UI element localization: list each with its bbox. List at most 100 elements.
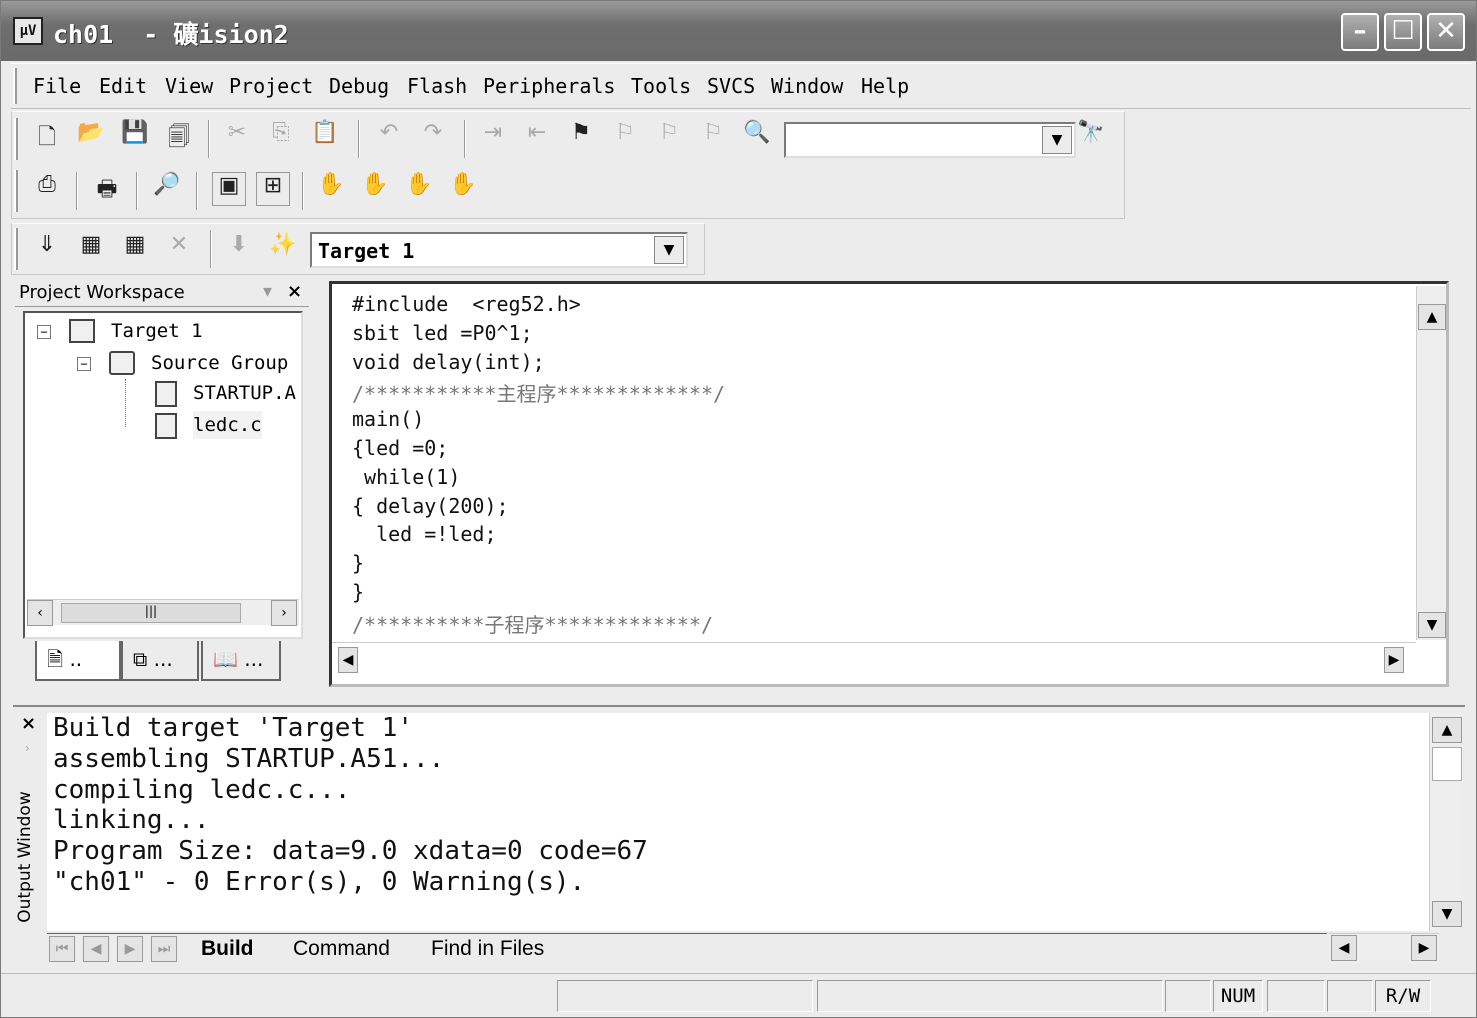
- scroll-left-icon[interactable]: ◀: [338, 647, 358, 673]
- tree-item-ledc[interactable]: ledc.c: [193, 411, 262, 439]
- scroll-right-icon[interactable]: ›: [271, 600, 297, 626]
- tab-regs[interactable]: ⧉ ...: [121, 641, 199, 681]
- new-file-icon[interactable]: 🗋: [30, 120, 64, 154]
- menu-peripherals[interactable]: Peripherals: [483, 74, 615, 98]
- build-output[interactable]: Build target 'Target 1' assembling STARTU…: [47, 713, 1439, 931]
- menu-help[interactable]: Help: [861, 74, 909, 98]
- menu-file[interactable]: File: [33, 74, 81, 98]
- scroll-left-icon[interactable]: ◀: [1331, 935, 1357, 961]
- find-in-files-icon[interactable]: 🔍: [740, 120, 774, 154]
- editor-vscrollbar[interactable]: ▲ ▼: [1416, 286, 1446, 640]
- copy-icon[interactable]: ⎘: [264, 120, 298, 154]
- menu-grip[interactable]: [13, 68, 17, 104]
- translate-icon[interactable]: ⇓: [30, 232, 64, 266]
- bookmark-toggle-icon[interactable]: ⚑: [564, 120, 598, 154]
- tree-item-target[interactable]: Target 1: [111, 317, 203, 345]
- find-combo[interactable]: ▼: [784, 122, 1076, 158]
- code-line: while(1): [352, 464, 461, 489]
- tab-books-label: ...: [244, 647, 264, 671]
- tab-first-icon[interactable]: ⏮: [49, 936, 75, 962]
- zoom-icon[interactable]: 🔎: [150, 172, 184, 206]
- uvision-window: µV ch01 - 礦ision2 – ☐ ✕ File Edit View P…: [0, 0, 1477, 1018]
- scroll-down-icon[interactable]: ▼: [1432, 901, 1462, 927]
- indent-icon[interactable]: ⇥: [476, 120, 510, 154]
- bookmark-next-icon[interactable]: ⚐: [652, 120, 686, 154]
- output-toggle-icon[interactable]: ⊞: [256, 172, 290, 206]
- hand-options-icon[interactable]: ✋: [446, 172, 480, 206]
- close-icon[interactable]: ×: [287, 281, 302, 302]
- hand-icon[interactable]: ✋: [314, 172, 348, 206]
- stop-build-icon[interactable]: ✕: [162, 232, 196, 266]
- menu-svcs[interactable]: SVCS: [707, 74, 755, 98]
- scroll-left-icon[interactable]: ‹: [27, 600, 53, 626]
- options-wand-icon[interactable]: ✨: [266, 232, 300, 266]
- code-editor[interactable]: #include <reg52.h> sbit led =P0^1; void de…: [329, 281, 1449, 687]
- output-sidebar: × › Output Window: [13, 707, 45, 963]
- editor-hscrollbar[interactable]: ◀ ▶: [332, 642, 1416, 674]
- hand-disabled-icon[interactable]: ✋: [402, 172, 436, 206]
- tab-files[interactable]: 🗎 ..: [35, 641, 121, 681]
- tab-last-icon[interactable]: ⏭: [151, 936, 177, 962]
- minimize-button[interactable]: –: [1341, 13, 1379, 51]
- target-combo[interactable]: Target 1 ▼: [310, 232, 688, 268]
- close-icon[interactable]: ×: [21, 713, 36, 734]
- collapse-icon[interactable]: −: [37, 325, 51, 339]
- menu-edit[interactable]: Edit: [99, 74, 147, 98]
- open-file-icon[interactable]: 📂: [74, 120, 108, 154]
- menu-view[interactable]: View: [165, 74, 213, 98]
- save-all-icon[interactable]: 🗐: [162, 120, 196, 154]
- load-icon[interactable]: ⬇: [222, 232, 256, 266]
- print-icon[interactable]: 🖶: [90, 172, 124, 206]
- tab-next-icon[interactable]: ▶: [117, 936, 143, 962]
- tab-prev-icon[interactable]: ◀: [83, 936, 109, 962]
- scroll-thumb[interactable]: [1432, 747, 1462, 781]
- tab-build[interactable]: Build: [201, 934, 254, 964]
- tab-find-in-files[interactable]: Find in Files: [431, 934, 544, 964]
- bookmark-prev-icon[interactable]: ⚐: [608, 120, 642, 154]
- code-line: sbit led =P0^1;: [352, 320, 533, 345]
- pin-icon[interactable]: ›: [25, 741, 30, 755]
- menu-debug[interactable]: Debug: [329, 74, 389, 98]
- tree-item-startup[interactable]: STARTUP.A: [193, 379, 296, 407]
- unindent-icon[interactable]: ⇤: [520, 120, 554, 154]
- menu-flash[interactable]: Flash: [407, 74, 467, 98]
- scroll-up-icon[interactable]: ▲: [1418, 304, 1446, 330]
- menu-tools[interactable]: Tools: [631, 74, 691, 98]
- save-icon[interactable]: 💾: [118, 120, 152, 154]
- bookmark-clear-icon[interactable]: ⚐: [696, 120, 730, 154]
- tab-books[interactable]: 📖 ...: [201, 641, 281, 681]
- rebuild-all-icon[interactable]: ▦: [118, 232, 152, 266]
- redo-icon[interactable]: ↷: [416, 120, 450, 154]
- output-vscrollbar[interactable]: ▲ ▼: [1429, 713, 1463, 931]
- output-hscrollbar[interactable]: ◀ ▶: [1329, 933, 1439, 963]
- tree-item-source-group[interactable]: Source Group: [151, 349, 288, 377]
- toolbar-grip[interactable]: [14, 170, 18, 212]
- scroll-thumb[interactable]: |||: [61, 603, 241, 623]
- tree-hscrollbar[interactable]: ‹ ||| ›: [27, 599, 299, 626]
- cut-icon[interactable]: ✂: [220, 120, 254, 154]
- menu-project[interactable]: Project: [229, 74, 313, 98]
- undo-icon[interactable]: ↶: [372, 120, 406, 154]
- binoculars-icon[interactable]: 🔭: [1074, 120, 1108, 154]
- scroll-up-icon[interactable]: ▲: [1432, 717, 1462, 743]
- chevron-down-icon[interactable]: ▼: [654, 236, 684, 264]
- build-target-icon[interactable]: ▦: [74, 232, 108, 266]
- compile-icon[interactable]: ⎙: [30, 172, 64, 206]
- paste-icon[interactable]: 📋: [308, 120, 342, 154]
- toolbar-grip[interactable]: [14, 118, 18, 160]
- scroll-right-icon[interactable]: ▶: [1411, 935, 1437, 961]
- workspace-toggle-icon[interactable]: ▣: [212, 172, 246, 206]
- collapse-icon[interactable]: −: [77, 357, 91, 371]
- tab-command[interactable]: Command: [293, 934, 390, 964]
- close-button[interactable]: ✕: [1427, 13, 1465, 51]
- scroll-down-icon[interactable]: ▼: [1418, 612, 1446, 638]
- toolbar-grip[interactable]: [14, 228, 18, 270]
- menu-window[interactable]: Window: [771, 74, 843, 98]
- status-cell: [1267, 980, 1325, 1012]
- hand-config-icon[interactable]: ✋: [358, 172, 392, 206]
- uv-app-icon[interactable]: µV: [13, 17, 43, 45]
- maximize-button[interactable]: ☐: [1384, 13, 1422, 51]
- pin-icon[interactable]: ▾: [263, 281, 272, 302]
- scroll-right-icon[interactable]: ▶: [1384, 647, 1404, 673]
- chevron-down-icon[interactable]: ▼: [1042, 126, 1072, 154]
